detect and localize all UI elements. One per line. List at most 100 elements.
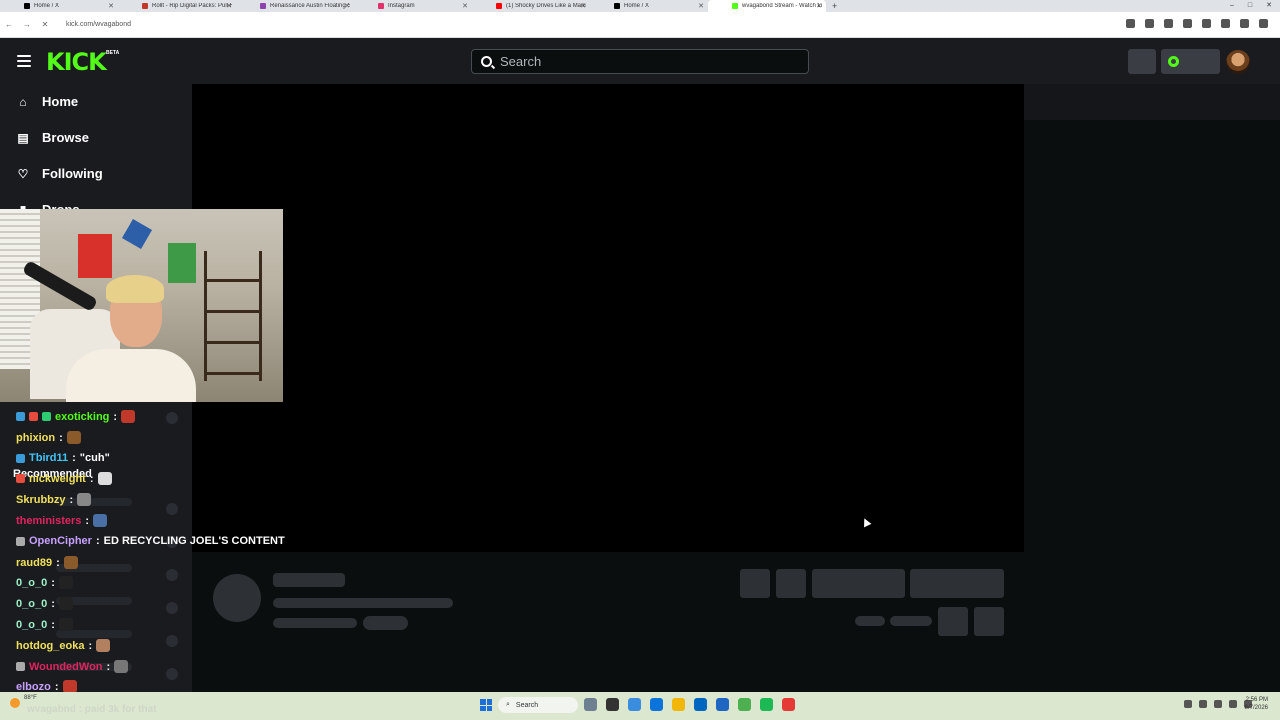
extension-icon[interactable]	[1202, 19, 1211, 28]
hamburger-menu-icon[interactable]	[17, 55, 31, 67]
taskbar-app-icon[interactable]	[782, 698, 795, 711]
taskbar-app-icon[interactable]	[584, 698, 597, 711]
menu-icon[interactable]	[1259, 19, 1268, 28]
chat-message: nickweight:	[16, 472, 112, 485]
browser-tab[interactable]: Home / X ✕	[590, 0, 708, 12]
browser-tab[interactable]: wvagabond Stream - Watch Liv ✕	[708, 0, 826, 12]
tray-icon[interactable]	[1214, 700, 1222, 708]
wifi-icon[interactable]	[1229, 700, 1237, 708]
wall-decoration	[121, 218, 153, 250]
tab-close-icon[interactable]: ✕	[108, 2, 114, 10]
tab-close-icon[interactable]: ✕	[580, 2, 586, 10]
user-avatar[interactable]	[1226, 50, 1250, 74]
chat-emote-icon	[58, 597, 73, 610]
chat-emote-icon	[58, 576, 73, 589]
tab-close-icon[interactable]: ✕	[816, 2, 822, 10]
back-icon[interactable]: ←	[0, 20, 18, 29]
tab-label: Home / X	[624, 3, 650, 9]
streamer-torso	[66, 349, 196, 402]
chat-username[interactable]: Tbird11	[29, 452, 68, 464]
tab-label: Home / X	[34, 3, 60, 9]
tab-close-icon[interactable]: ✕	[698, 2, 704, 10]
taskbar-app-icon[interactable]	[606, 698, 619, 711]
skeleton-button[interactable]	[776, 569, 806, 598]
sidebar-item-home[interactable]: ⌂ Home	[16, 94, 78, 109]
chat-username[interactable]: hotdog_eoka	[16, 640, 84, 652]
streamer-hair	[106, 275, 164, 303]
taskbar-app-icon[interactable]	[628, 698, 641, 711]
skeleton-button[interactable]	[740, 569, 770, 598]
chat-username[interactable]: theministers	[16, 515, 81, 527]
chat-username[interactable]: raud89	[16, 557, 52, 569]
browser-tab[interactable]: Renaissance Austin Floating Se ✕	[236, 0, 354, 12]
browser-tab[interactable]: Instagram ✕	[354, 0, 472, 12]
browser-tab[interactable]: Rollt - Rip Digital Packs: Pull Re ✕	[118, 0, 236, 12]
minimize-icon[interactable]: –	[1230, 0, 1234, 12]
chat-username[interactable]: 0_o_0	[16, 598, 47, 610]
skeleton-button[interactable]	[910, 569, 1004, 598]
chat-text: ED RECYCLING JOEL'S CONTENT	[103, 535, 285, 547]
tab-close-icon[interactable]: ✕	[462, 2, 468, 10]
skeleton-button[interactable]	[938, 607, 968, 636]
wall-poster	[78, 234, 112, 278]
clock[interactable]: 2:56 PM 8/7/2026	[1245, 696, 1268, 712]
bookmark-star-icon[interactable]	[1145, 19, 1154, 28]
chat-separator: :	[88, 639, 93, 652]
search-placeholder: Search	[500, 54, 542, 69]
stop-loading-icon[interactable]: ✕	[36, 20, 54, 29]
chat-badge-icon	[16, 474, 25, 483]
zoom-icon[interactable]	[1126, 19, 1135, 28]
taskbar-app-icon[interactable]	[760, 698, 773, 711]
browser-tab-bar: Home / X ✕ Rollt - Rip Digital Packs: Pull…	[0, 0, 1280, 12]
tab-close-icon[interactable]: ✕	[344, 2, 350, 10]
chat-emote-icon	[97, 472, 112, 485]
system-tray-icons	[1184, 700, 1252, 708]
taskbar-app-icon[interactable]	[672, 698, 685, 711]
chat-message: theministers:	[16, 514, 108, 527]
nav-placeholder-button[interactable]	[1128, 49, 1156, 74]
taskbar-app-icon[interactable]	[738, 698, 751, 711]
kick-coins-button[interactable]	[1161, 49, 1220, 74]
tab-close-icon[interactable]: ✕	[226, 2, 232, 10]
search-input[interactable]: Search	[471, 49, 809, 74]
url-field[interactable]: kick.com/wvagabond	[66, 21, 131, 28]
browser-tab[interactable]: Home / X ✕	[0, 0, 118, 12]
chat-username[interactable]: phixion	[16, 432, 55, 444]
chat-username[interactable]: exoticking	[55, 411, 109, 423]
extension-icon[interactable]	[1183, 19, 1192, 28]
chat-username[interactable]: OpenCipher	[29, 535, 92, 547]
maximize-icon[interactable]: □	[1248, 0, 1252, 12]
chat-username[interactable]: 0_o_0	[16, 577, 47, 589]
sidebar-item-following[interactable]: ♡ Following	[16, 166, 103, 181]
new-tab-button[interactable]: +	[832, 1, 837, 11]
taskbar-app-icon[interactable]	[716, 698, 729, 711]
chat-username[interactable]: WoundedWon	[29, 661, 103, 673]
chat-badge-icon	[16, 412, 25, 421]
taskbar-search[interactable]: ⌕ Search	[498, 697, 578, 713]
taskbar-app-icon[interactable]	[694, 698, 707, 711]
chat-username[interactable]: Skrubbzy	[16, 494, 66, 506]
chat-separator: :	[72, 452, 76, 464]
close-window-icon[interactable]: ✕	[1266, 0, 1272, 12]
windows-start-icon[interactable]	[480, 699, 492, 711]
skeleton-button[interactable]	[812, 569, 905, 598]
tray-icon[interactable]	[1199, 700, 1207, 708]
browser-tab[interactable]: (1) Shocky Drives Like a Mania ✕	[472, 0, 590, 12]
kick-logo[interactable]: KICK	[46, 48, 107, 76]
chat-username[interactable]: 0_o_0	[16, 619, 47, 631]
chat-username[interactable]: elbozo	[16, 681, 51, 693]
video-player[interactable]	[192, 84, 1024, 552]
forward-icon[interactable]: →	[18, 20, 36, 29]
profile-icon[interactable]	[1240, 19, 1249, 28]
weather-temp: 88°F	[24, 695, 37, 701]
taskbar-app-icon[interactable]	[650, 698, 663, 711]
tray-icon[interactable]	[1184, 700, 1192, 708]
skeleton-button[interactable]	[974, 607, 1004, 636]
chat-emote-icon	[77, 493, 92, 506]
puzzle-icon[interactable]	[1221, 19, 1230, 28]
weather-icon[interactable]	[10, 698, 20, 708]
extension-icons	[1126, 19, 1268, 28]
extension-icon[interactable]	[1164, 19, 1173, 28]
chat-username[interactable]: nickweight	[29, 473, 86, 485]
sidebar-item-browse[interactable]: ▤ Browse	[16, 130, 89, 145]
